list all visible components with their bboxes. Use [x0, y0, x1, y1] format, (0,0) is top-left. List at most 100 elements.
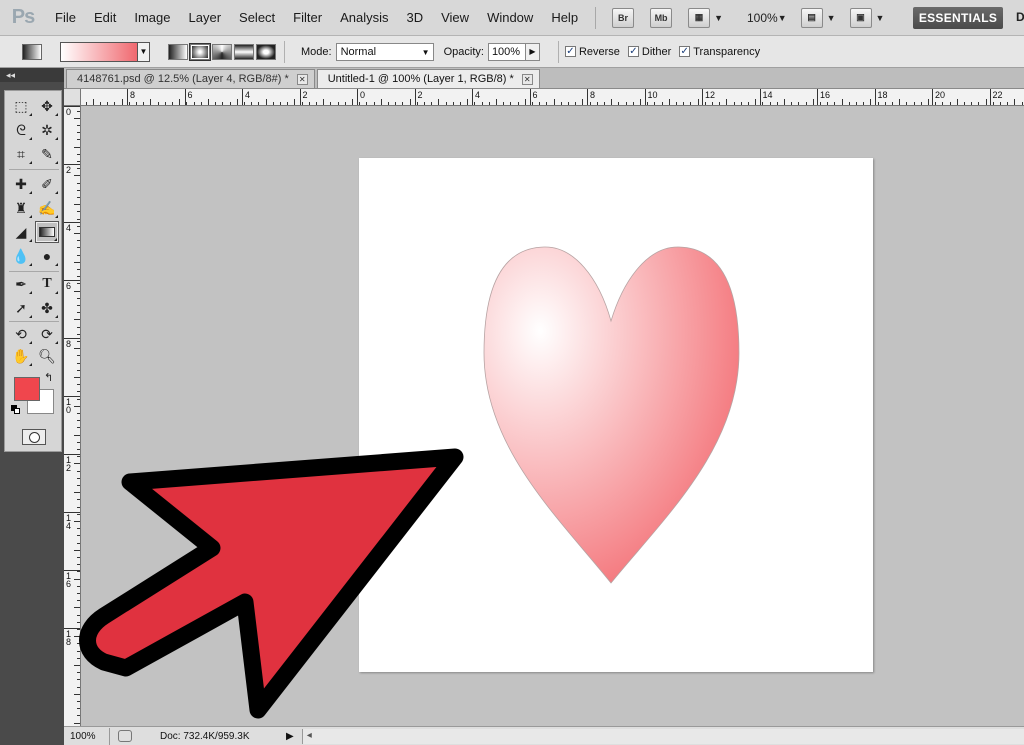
ruler-label: 10 [66, 397, 72, 415]
3d-orbit-tool-icon[interactable]: ⟳ [35, 323, 59, 345]
close-icon[interactable]: ✕ [296, 73, 308, 85]
zoom-input[interactable]: 100% [64, 727, 110, 745]
scroll-left-icon[interactable]: ◂ [307, 730, 312, 741]
status-info-icon[interactable] [118, 730, 132, 742]
ruler-label: 12 [705, 90, 716, 100]
tab-label: 4148761.psd @ 12.5% (Layer 4, RGB/8#) * [77, 73, 289, 85]
angle-gradient-icon[interactable] [212, 43, 232, 60]
magic-wand-tool-icon[interactable]: ✲ [35, 119, 59, 141]
custom-shape-tool-icon[interactable]: ✤ [35, 297, 59, 319]
extras-button[interactable]: ▦ [688, 7, 711, 28]
screen-mode-button[interactable]: ▣ [849, 7, 872, 28]
canvas-workspace[interactable] [81, 106, 1024, 726]
photoshop-logo: Ps [11, 6, 35, 28]
document-canvas[interactable] [359, 158, 873, 672]
ruler-label: 4 [245, 90, 251, 100]
mini-bridge-button[interactable]: Mb [650, 7, 673, 28]
menu-file[interactable]: File [46, 0, 85, 36]
healing-brush-tool-icon[interactable]: ✚ [9, 173, 33, 195]
gradient-tool-icon[interactable] [35, 221, 59, 243]
chevron-down-icon[interactable]: ▼ [827, 13, 836, 23]
reverse-label: Reverse [578, 45, 620, 58]
gradient-preview[interactable] [60, 41, 138, 62]
menu-layer[interactable]: Layer [180, 0, 231, 36]
tab-label: Untitled-1 @ 100% (Layer 1, RGB/8) * [327, 73, 514, 85]
diamond-gradient-icon[interactable] [256, 43, 276, 60]
horizontal-scrollbar[interactable]: ◂ [301, 728, 1024, 744]
zoom-tool-icon[interactable]: 🔍︎ [35, 345, 59, 367]
ruler-label: 4 [66, 223, 72, 233]
default-colors-icon[interactable] [11, 405, 21, 415]
dither-checkbox[interactable]: ✓ Dither [627, 46, 671, 58]
document-size-info: Doc: 732.4K/959.3K [160, 730, 250, 742]
eyedropper-tool-icon[interactable]: ✎ [35, 143, 59, 165]
tab-untitled-1[interactable]: Untitled-1 @ 100% (Layer 1, RGB/8) * ✕ [316, 69, 540, 88]
reverse-checkbox[interactable]: ✓ Reverse [564, 45, 620, 58]
menu-select[interactable]: Select [230, 0, 284, 36]
ruler-label: 0 [66, 107, 72, 117]
horizontal-ruler[interactable]: 8 6 4 2 0 2 4 6 8 10 12 14 16 18 20 22 [64, 89, 1024, 106]
mode-label: Mode: [301, 45, 332, 58]
chevron-right-icon[interactable]: ▶ [525, 42, 540, 61]
chevron-down-icon[interactable]: ▼ [714, 13, 723, 23]
move-tool-icon[interactable]: ✥ [35, 95, 59, 117]
clone-stamp-tool-icon[interactable]: ♜ [9, 197, 33, 219]
radial-gradient-icon[interactable] [189, 42, 211, 61]
menu-filter[interactable]: Filter [284, 0, 331, 36]
quick-mask-button[interactable] [22, 429, 46, 445]
eraser-tool-icon[interactable]: ◢ [9, 221, 33, 243]
tools-separator [9, 321, 59, 322]
options-separator [284, 40, 285, 63]
menu-analysis[interactable]: Analysis [331, 0, 397, 36]
menu-image[interactable]: Image [125, 0, 179, 36]
swap-colors-icon[interactable]: ↰ [44, 371, 53, 384]
chevron-down-icon[interactable]: ▼ [876, 13, 885, 23]
path-selection-tool-icon[interactable]: ➚ [9, 297, 33, 319]
arrange-documents-button[interactable]: ▤ [800, 7, 823, 28]
collapse-icon[interactable]: ◂◂ [6, 70, 15, 80]
hand-tool-icon[interactable]: ✋ [9, 345, 33, 367]
ruler-label: 18 [877, 90, 888, 100]
lasso-tool-icon[interactable]: ᘓ [9, 119, 33, 141]
bridge-button[interactable]: Br [612, 7, 635, 28]
opacity-label: Opacity: [443, 45, 484, 58]
pen-tool-icon[interactable]: ✒ [9, 273, 33, 295]
transparency-checkbox[interactable]: ✓ Transparency [679, 46, 760, 58]
tools-panel-header[interactable]: ◂◂ [0, 68, 64, 82]
workspace-more-label[interactable]: D [1016, 10, 1024, 24]
tab-4148761-psd[interactable]: 4148761.psd @ 12.5% (Layer 4, RGB/8#) * … [66, 69, 315, 88]
zoom-level-readout[interactable]: 100% [747, 11, 778, 25]
menu-edit[interactable]: Edit [85, 0, 125, 36]
ruler-label: 8 [590, 90, 596, 100]
mode-select[interactable]: Normal [335, 42, 434, 61]
crop-tool-icon[interactable]: ⌗ [9, 143, 33, 165]
menu-window[interactable]: Window [478, 0, 542, 36]
history-brush-tool-icon[interactable]: ✍ [35, 197, 59, 219]
ruler-origin[interactable] [64, 89, 81, 106]
dodge-tool-icon[interactable]: ● [35, 245, 59, 267]
ruler-label: 2 [66, 165, 72, 175]
tool-options-bar: ▼ Mode: Normal Opacity: 100% ▶ ✓Reverse … [0, 36, 1024, 68]
menu-3d[interactable]: 3D [397, 0, 432, 36]
linear-gradient-icon[interactable] [168, 43, 188, 60]
3d-rotate-tool-icon[interactable]: ⟲ [9, 323, 33, 345]
close-icon[interactable]: ✕ [521, 73, 533, 85]
tools-separator [9, 271, 59, 272]
checkmark-icon: ✓ [564, 46, 576, 57]
foreground-color-swatch[interactable] [14, 377, 40, 401]
reflected-gradient-icon[interactable] [234, 43, 254, 60]
vertical-ruler[interactable]: 0 2 4 6 8 10 12 14 16 18 [64, 89, 81, 726]
chevron-down-icon[interactable]: ▼ [138, 41, 150, 62]
marquee-tool-icon[interactable]: ⬚ [9, 95, 33, 117]
chevron-right-icon[interactable]: ▶ [286, 731, 294, 742]
menu-help[interactable]: Help [542, 0, 587, 36]
gradient-tool-preset-icon[interactable] [22, 43, 42, 60]
type-tool-icon[interactable]: T [35, 273, 59, 295]
menu-view[interactable]: View [432, 0, 478, 36]
opacity-input[interactable]: 100% [487, 42, 526, 61]
workspace-essentials-button[interactable]: ESSENTIALS [913, 7, 1003, 29]
blur-tool-icon[interactable]: 💧 [9, 245, 33, 267]
chevron-down-icon[interactable]: ▼ [778, 13, 787, 23]
tools-panel: ⬚ ✥ ᘓ ✲ ⌗ ✎ ✚ ✐ ♜ ✍ ◢ 💧 ● ✒ T ➚ ✤ ⟲ ⟳ ✋ … [4, 90, 62, 452]
brush-tool-icon[interactable]: ✐ [35, 173, 59, 195]
